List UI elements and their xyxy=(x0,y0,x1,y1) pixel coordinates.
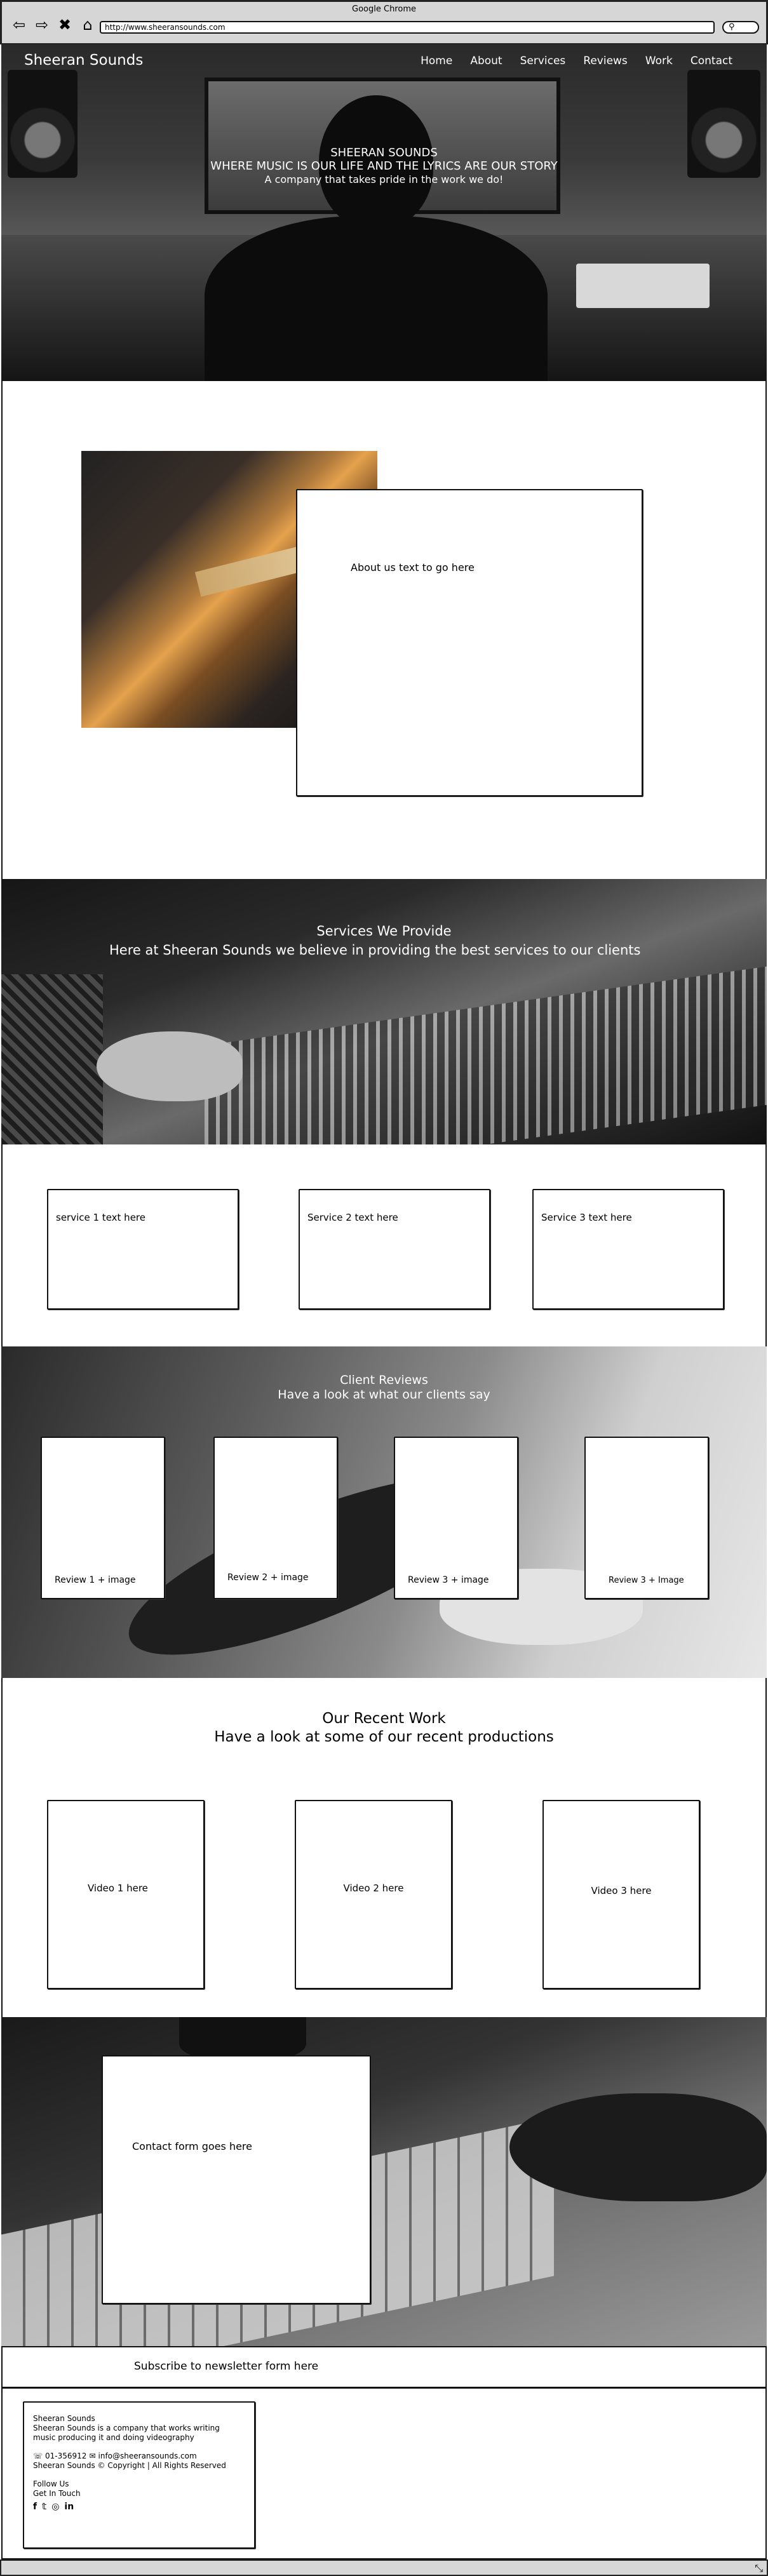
video-card[interactable]: Video 2 here xyxy=(295,1800,452,1989)
services-title: Services We Provide xyxy=(316,923,452,939)
video-card[interactable]: Video 1 here xyxy=(47,1800,205,1989)
about-section: About us text to go here xyxy=(1,381,767,879)
hand-image xyxy=(97,1031,243,1101)
email-icon: ✉ xyxy=(89,2452,96,2460)
contact-form-text: Contact form goes here xyxy=(132,2140,252,2152)
footer-phone[interactable]: 01-356912 xyxy=(45,2452,86,2461)
linkedin-icon[interactable]: in xyxy=(64,2502,74,2512)
about-text: About us text to go here xyxy=(351,561,475,574)
work-title: Our Recent Work xyxy=(322,1710,446,1727)
window-title: Google Chrome xyxy=(352,4,416,14)
forward-arrow-icon[interactable]: ⇨ xyxy=(34,17,50,32)
review-text: Review 3 + Image xyxy=(609,1576,684,1585)
footer-description: Sheeran Sounds is a company that works w… xyxy=(33,2424,220,2442)
services-banner: Services We Provide Here at Sheeran Soun… xyxy=(1,879,767,1144)
address-bar[interactable]: http://www.sheeransounds.com xyxy=(100,21,715,34)
home-icon[interactable]: ⌂ xyxy=(79,17,96,32)
hero-section: Sheeran Sounds Home About Services Revie… xyxy=(1,44,767,381)
reviews-heading: Client Reviews Have a look at what our c… xyxy=(1,1373,767,1402)
nav-reviews[interactable]: Reviews xyxy=(583,55,628,67)
browser-nav: ⇦ ⇨ ✖ ⌂ xyxy=(11,17,96,32)
review-card: Review 3 + image xyxy=(394,1437,518,1599)
service-card: service 1 text here xyxy=(47,1189,239,1310)
services-section: service 1 text here Service 2 text here … xyxy=(1,1144,767,1346)
instagram-icon[interactable]: ◎ xyxy=(51,2502,59,2512)
hero-text: SHEERAN SOUNDS WHERE MUSIC IS OUR LIFE A… xyxy=(1,146,767,186)
back-arrow-icon[interactable]: ⇦ xyxy=(11,17,27,32)
social-links: f 𝕥 ◎ in xyxy=(33,2502,245,2512)
footer-get-in-touch: Get In Touch xyxy=(33,2489,81,2498)
nav-home[interactable]: Home xyxy=(421,55,452,67)
work-heading: Our Recent Work Have a look at some of o… xyxy=(3,1710,765,1747)
service-text: service 1 text here xyxy=(56,1212,145,1223)
service-card: Service 3 text here xyxy=(532,1189,724,1310)
footer-contact: ☏ 01-356912 ✉ info@sheeransounds.com xyxy=(33,2452,245,2461)
footer-copyright: Sheeran Sounds © Copyright | All Rights … xyxy=(33,2461,226,2470)
hero-title: SHEERAN SOUNDS xyxy=(330,146,438,159)
video-text: Video 3 here xyxy=(591,1885,652,1896)
footer: Sheeran Sounds Sheeran Sounds is a compa… xyxy=(1,2387,767,2559)
resize-handle-icon[interactable]: ⤡ xyxy=(755,2562,763,2575)
mixing-console-image xyxy=(205,966,767,1144)
phone-icon: ☏ xyxy=(33,2452,43,2460)
footer-info-box: Sheeran Sounds Sheeran Sounds is a compa… xyxy=(23,2401,255,2549)
review-text: Review 3 + image xyxy=(408,1575,489,1585)
video-text: Video 1 here xyxy=(88,1882,148,1894)
review-text: Review 1 + image xyxy=(55,1575,136,1585)
video-card[interactable]: Video 3 here xyxy=(542,1800,700,1989)
hero-tagline: WHERE MUSIC IS OUR LIFE AND THE LYRICS A… xyxy=(210,159,558,173)
footer-company: Sheeran Sounds xyxy=(33,2414,95,2423)
service-text: Service 3 text here xyxy=(541,1212,632,1223)
newsletter-form[interactable]: Subscribe to newsletter form here xyxy=(134,2360,318,2373)
browser-status-bar: ⤡ xyxy=(0,2559,768,2576)
review-text: Review 2 + image xyxy=(227,1573,309,1583)
keyboard-image xyxy=(576,264,710,308)
contact-section: Contact form goes here xyxy=(1,2017,767,2346)
service-card: Service 2 text here xyxy=(299,1189,490,1310)
review-card: Review 2 + image xyxy=(213,1437,338,1599)
nav-about[interactable]: About xyxy=(470,55,502,67)
nav-work[interactable]: Work xyxy=(645,55,673,67)
work-section: Our Recent Work Have a look at some of o… xyxy=(1,1678,767,2017)
facebook-icon[interactable]: f xyxy=(33,2502,37,2512)
hero-subtitle: A company that takes pride in the work w… xyxy=(264,173,504,185)
newsletter-section: Subscribe to newsletter form here xyxy=(1,2346,767,2387)
top-navigation: Home About Services Reviews Work Contact xyxy=(421,55,732,67)
browser-chrome: Google Chrome ⇦ ⇨ ✖ ⌂ http://www.sheeran… xyxy=(0,0,768,44)
reviews-subtitle: Have a look at what our clients say xyxy=(278,1388,490,1402)
services-subtitle: Here at Sheeran Sounds we believe in pro… xyxy=(109,943,641,958)
search-icon[interactable]: ⚲ xyxy=(722,21,759,34)
service-text: Service 2 text here xyxy=(307,1212,398,1223)
reviews-section: Client Reviews Have a look at what our c… xyxy=(1,1346,767,1678)
review-card: Review 1 + image xyxy=(41,1437,165,1599)
close-icon[interactable]: ✖ xyxy=(57,17,73,32)
contact-form[interactable]: Contact form goes here xyxy=(102,2055,371,2304)
brand-logo[interactable]: Sheeran Sounds xyxy=(24,52,143,69)
mouse-hand-image xyxy=(509,2093,767,2201)
footer-follow: Follow Us xyxy=(33,2479,69,2488)
review-card: Review 3 + Image xyxy=(584,1437,709,1599)
nav-services[interactable]: Services xyxy=(520,55,566,67)
video-text: Video 2 here xyxy=(343,1882,404,1894)
person-image xyxy=(1,974,103,1144)
footer-email[interactable]: info@sheeransounds.com xyxy=(98,2452,197,2461)
reviews-title: Client Reviews xyxy=(340,1373,428,1387)
person-silhouette xyxy=(205,95,548,381)
about-card: About us text to go here xyxy=(296,489,643,796)
twitter-icon[interactable]: 𝕥 xyxy=(42,2502,46,2512)
nav-contact[interactable]: Contact xyxy=(691,55,732,67)
work-subtitle: Have a look at some of our recent produc… xyxy=(214,1729,554,1745)
